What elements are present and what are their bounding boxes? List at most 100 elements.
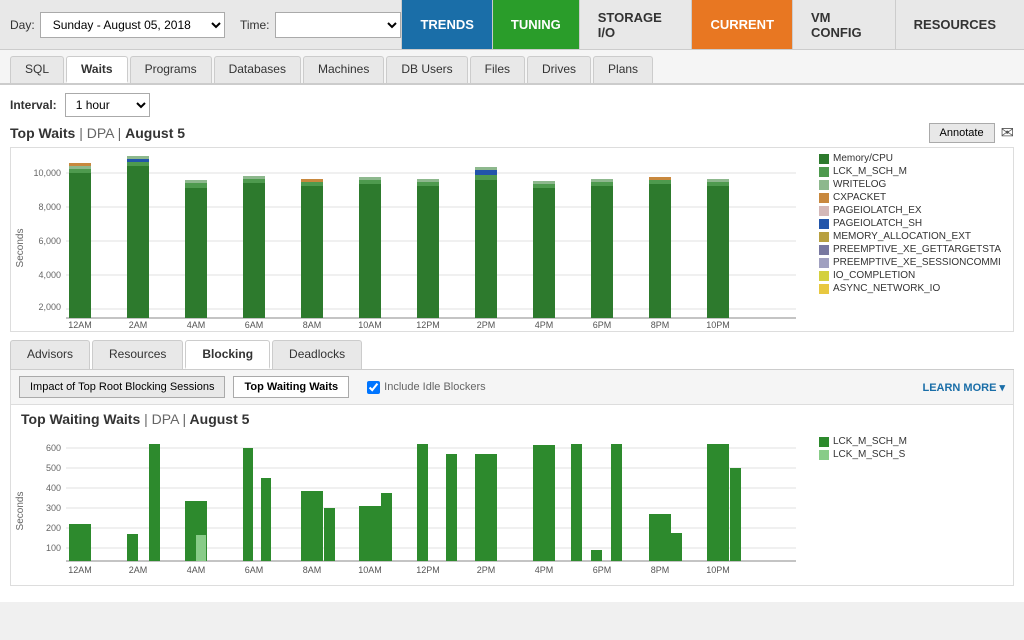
bottom-tab-advisors[interactable]: Advisors — [10, 340, 90, 369]
legend-item: PAGEIOLATCH_EX — [819, 205, 1001, 216]
bottom-tab-blocking[interactable]: Blocking — [185, 340, 270, 369]
svg-text:2PM: 2PM — [477, 565, 496, 575]
interval-select[interactable]: 1 hour 30 min 15 min — [65, 93, 150, 117]
svg-text:6AM: 6AM — [245, 320, 264, 330]
legend-label-preempt-xe: PREEMPTIVE_XE_GETTARGETSTA — [833, 244, 1001, 255]
legend-color-pageio-ex — [819, 206, 829, 216]
svg-text:4,000: 4,000 — [38, 270, 61, 280]
impact-blocking-btn[interactable]: Impact of Top Root Blocking Sessions — [19, 376, 225, 398]
legend-label-mem-alloc: MEMORY_ALLOCATION_EXT — [833, 231, 971, 242]
svg-text:200: 200 — [46, 523, 61, 533]
svg-text:300: 300 — [46, 503, 61, 513]
bottom-chart-container: Seconds 600 500 400 300 200 100 — [10, 431, 1014, 586]
sub-tab-waits[interactable]: Waits — [66, 56, 128, 83]
legend-color-async — [819, 284, 829, 294]
top-chart-svg: Seconds 10,000 8,000 6,000 4,000 2,000 — [11, 148, 811, 333]
day-select[interactable]: Sunday - August 05, 2018 — [40, 12, 225, 38]
svg-text:600: 600 — [46, 443, 61, 453]
main-content: Interval: 1 hour 30 min 15 min Top Waits… — [0, 85, 1024, 602]
nav-tab-trends[interactable]: TRENDS — [401, 0, 491, 49]
svg-text:4AM: 4AM — [187, 320, 206, 330]
svg-text:400: 400 — [46, 483, 61, 493]
svg-text:10AM: 10AM — [358, 320, 382, 330]
legend-label-cxpacket: CXPACKET — [833, 192, 886, 203]
day-label: Day: — [10, 18, 35, 32]
top-chart-inner: Seconds 10,000 8,000 6,000 4,000 2,000 — [11, 148, 1013, 333]
chart-actions: Annotate ✉ — [929, 123, 1014, 143]
bottom-chart-svg: Seconds 600 500 400 300 200 100 — [11, 431, 811, 586]
svg-text:8AM: 8AM — [303, 320, 322, 330]
svg-text:12PM: 12PM — [416, 320, 440, 330]
bottom-tab-deadlocks[interactable]: Deadlocks — [272, 340, 362, 369]
sub-tab-machines[interactable]: Machines — [303, 56, 384, 83]
legend-color-lck-s — [819, 450, 829, 460]
legend-item: PREEMPTIVE_XE_GETTARGETSTA — [819, 244, 1001, 255]
top-chart-header: Top Waits | DPA | August 5 Annotate ✉ — [10, 123, 1014, 143]
svg-text:8AM: 8AM — [303, 565, 322, 575]
legend-item-lck-m: LCK_M_SCH_M — [819, 436, 973, 447]
legend-color-pageio-sh — [819, 219, 829, 229]
svg-text:8PM: 8PM — [651, 320, 670, 330]
top-chart-container: Seconds 10,000 8,000 6,000 4,000 2,000 — [10, 147, 1014, 332]
top-waiting-btn[interactable]: Top Waiting Waits — [233, 376, 349, 398]
bottom-chart-title: Top Waiting Waits | DPA | August 5 — [10, 405, 1014, 431]
sub-tab-databases[interactable]: Databases — [214, 56, 301, 83]
bottom-chart-inner: Seconds 600 500 400 300 200 100 — [11, 431, 1013, 586]
bottom-tabs: Advisors Resources Blocking Deadlocks — [10, 340, 1014, 370]
svg-text:10PM: 10PM — [706, 565, 730, 575]
sub-tab-files[interactable]: Files — [470, 56, 525, 83]
learn-more-link[interactable]: LEARN MORE ▾ — [922, 381, 1005, 394]
legend-label-lck-s: LCK_M_SCH_S — [833, 449, 905, 460]
legend-label-pageio-sh: PAGEIOLATCH_SH — [833, 218, 922, 229]
legend-item: CXPACKET — [819, 192, 1001, 203]
svg-text:2PM: 2PM — [477, 320, 496, 330]
legend-item-lck-s: LCK_M_SCH_S — [819, 449, 973, 460]
svg-text:2AM: 2AM — [129, 565, 148, 575]
svg-text:4PM: 4PM — [535, 565, 554, 575]
nav-tab-resources[interactable]: RESOURCES — [895, 0, 1014, 49]
time-label: Time: — [240, 18, 270, 32]
legend-item: PAGEIOLATCH_SH — [819, 218, 1001, 229]
top-bar: Day: Sunday - August 05, 2018 Time: TREN… — [0, 0, 1024, 50]
legend-color-writelog — [819, 180, 829, 190]
legend-color-preempt-sess — [819, 258, 829, 268]
idle-blocker-checkbox[interactable] — [367, 381, 380, 394]
annotate-button[interactable]: Annotate — [929, 123, 995, 143]
legend-item: Memory/CPU — [819, 153, 1001, 164]
svg-text:12PM: 12PM — [416, 565, 440, 575]
email-icon[interactable]: ✉ — [1001, 123, 1014, 143]
nav-tabs: TRENDS TUNING STORAGE I/O CURRENT VM CON… — [401, 0, 1014, 49]
legend-label-preempt-sess: PREEMPTIVE_XE_SESSIONCOMMI — [833, 257, 1001, 268]
nav-tab-current[interactable]: CURRENT — [691, 0, 792, 49]
sub-tab-drives[interactable]: Drives — [527, 56, 591, 83]
svg-text:12AM: 12AM — [68, 565, 92, 575]
svg-text:6PM: 6PM — [593, 320, 612, 330]
legend-label-io-comp: IO_COMPLETION — [833, 270, 915, 281]
sub-tab-programs[interactable]: Programs — [130, 56, 212, 83]
svg-text:100: 100 — [46, 543, 61, 553]
sub-tab-dbusers[interactable]: DB Users — [386, 56, 467, 83]
svg-text:12AM: 12AM — [68, 320, 92, 330]
legend-color-lck-m — [819, 437, 829, 447]
sub-tab-plans[interactable]: Plans — [593, 56, 653, 83]
interval-label: Interval: — [10, 98, 57, 112]
sub-tab-sql[interactable]: SQL — [10, 56, 64, 83]
svg-text:2AM: 2AM — [129, 320, 148, 330]
svg-text:8,000: 8,000 — [38, 202, 61, 212]
time-select[interactable] — [275, 12, 402, 38]
idle-blocker-label: Include Idle Blockers — [384, 381, 486, 393]
svg-text:Seconds: Seconds — [15, 229, 26, 268]
bottom-tab-resources[interactable]: Resources — [92, 340, 183, 369]
legend-item: IO_COMPLETION — [819, 270, 1001, 281]
idle-blocker-checkbox-group: Include Idle Blockers — [367, 381, 486, 394]
svg-text:500: 500 — [46, 463, 61, 473]
svg-text:2,000: 2,000 — [38, 302, 61, 312]
svg-text:10AM: 10AM — [358, 565, 382, 575]
nav-tab-vmconfig[interactable]: VM CONFIG — [792, 0, 895, 49]
nav-tab-tuning[interactable]: TUNING — [492, 0, 579, 49]
nav-tab-storage[interactable]: STORAGE I/O — [579, 0, 692, 49]
svg-text:10,000: 10,000 — [33, 168, 61, 178]
svg-text:4PM: 4PM — [535, 320, 554, 330]
legend-color-lck — [819, 167, 829, 177]
svg-text:4AM: 4AM — [187, 565, 206, 575]
